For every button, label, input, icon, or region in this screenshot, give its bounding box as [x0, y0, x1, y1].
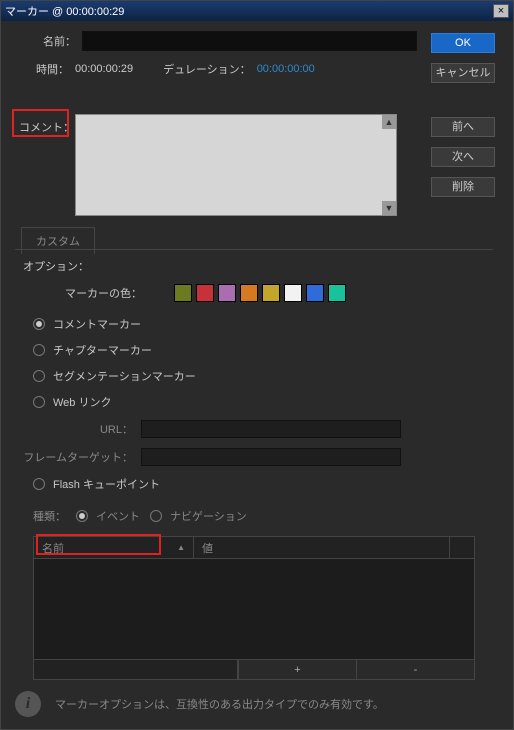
- remove-row-button[interactable]: -: [356, 660, 474, 679]
- radio-label: ナビゲーション: [170, 508, 247, 524]
- window-title: マーカー @ 00:00:00:29: [5, 3, 124, 19]
- marker-dialog: マーカー @ 00:00:00:29 × OK キャンセル 前へ 次へ 削除 名…: [0, 0, 514, 730]
- chevron-down-icon[interactable]: ▼: [382, 201, 396, 215]
- url-input[interactable]: [141, 420, 401, 438]
- color-swatch-red[interactable]: [196, 284, 214, 302]
- name-input[interactable]: [82, 31, 417, 51]
- radio-kind-event[interactable]: イベント: [76, 508, 140, 524]
- color-swatch-white[interactable]: [284, 284, 302, 302]
- radio-flash-cue[interactable]: Flash キューポイント: [33, 476, 493, 492]
- annotation-highlight-radio: [36, 534, 161, 555]
- radio-label: セグメンテーションマーカー: [53, 368, 196, 384]
- options-panel: オプション： マーカーの色： コメントマーカー: [15, 249, 493, 680]
- kind-label: 種類：: [33, 508, 66, 524]
- col-value[interactable]: 値: [194, 537, 450, 558]
- radio-kind-navigation[interactable]: ナビゲーション: [150, 508, 247, 524]
- params-table: 名前 ▲ 値 + -: [33, 536, 475, 680]
- radio-label: イベント: [96, 508, 140, 524]
- radio-label: Flash キューポイント: [53, 476, 160, 492]
- radio-chapter-marker[interactable]: チャプターマーカー: [33, 342, 493, 358]
- prev-button[interactable]: 前へ: [431, 117, 495, 137]
- radio-label: チャプターマーカー: [53, 342, 152, 358]
- marker-type-list: コメントマーカー チャプターマーカー セグメンテーションマーカー Web リンク: [33, 316, 493, 410]
- h-scrollbar[interactable]: [34, 660, 238, 679]
- next-button[interactable]: 次へ: [431, 147, 495, 167]
- color-swatch-yellow[interactable]: [262, 284, 280, 302]
- radio-web-link[interactable]: Web リンク: [33, 394, 493, 410]
- dialog-content: OK キャンセル 前へ 次へ 削除 名前： 時間： 00:00:00:29 デュ…: [1, 21, 513, 729]
- time-label: 時間：: [36, 61, 69, 77]
- col-value-label: 値: [202, 540, 213, 556]
- table-body: [34, 559, 474, 659]
- comment-textarea[interactable]: [75, 114, 397, 216]
- frame-target-label: フレームターゲット：: [15, 449, 133, 465]
- radio-icon: [33, 396, 45, 408]
- titlebar: マーカー @ 00:00:00:29 ×: [1, 1, 513, 21]
- chevron-up-icon[interactable]: ▲: [382, 115, 396, 129]
- radio-segmentation-marker[interactable]: セグメンテーションマーカー: [33, 368, 493, 384]
- close-icon[interactable]: ×: [493, 4, 509, 18]
- delete-button[interactable]: 削除: [431, 177, 495, 197]
- name-label: 名前：: [21, 33, 76, 49]
- frame-target-input[interactable]: [141, 448, 401, 466]
- kind-row: 種類： イベント ナビゲーション: [33, 508, 493, 524]
- radio-label: コメントマーカー: [53, 316, 141, 332]
- add-row-button[interactable]: +: [238, 660, 356, 679]
- info-icon: i: [15, 691, 41, 717]
- marker-color-row: マーカーの色：: [65, 284, 493, 302]
- color-swatch-olive[interactable]: [174, 284, 192, 302]
- radio-icon: [33, 318, 45, 330]
- right-button-column: OK キャンセル 前へ 次へ 削除: [431, 33, 495, 197]
- col-spacer: [450, 537, 474, 558]
- footer: i マーカーオプションは、互換性のある出力タイプでのみ有効です。: [15, 691, 384, 717]
- time-value: 00:00:00:29: [75, 63, 133, 75]
- comment-label: コメント：: [19, 119, 74, 135]
- radio-icon: [33, 370, 45, 382]
- duration-value[interactable]: 00:00:00:00: [257, 63, 315, 75]
- table-footer: + -: [34, 659, 474, 679]
- color-swatch-blue[interactable]: [306, 284, 324, 302]
- radio-label: Web リンク: [53, 394, 111, 410]
- color-swatch-orange[interactable]: [240, 284, 258, 302]
- duration-label: デュレーション：: [163, 61, 251, 77]
- footer-note: マーカーオプションは、互換性のある出力タイプでのみ有効です。: [55, 696, 384, 712]
- radio-icon: [33, 344, 45, 356]
- radio-comment-marker[interactable]: コメントマーカー: [33, 316, 493, 332]
- cancel-button[interactable]: キャンセル: [431, 63, 495, 83]
- ok-button[interactable]: OK: [431, 33, 495, 53]
- url-label: URL：: [15, 421, 133, 437]
- color-swatch-purple[interactable]: [218, 284, 236, 302]
- radio-icon: [76, 510, 88, 522]
- color-swatch-teal[interactable]: [328, 284, 346, 302]
- marker-color-label: マーカーの色：: [65, 285, 142, 301]
- sort-arrow-icon: ▲: [177, 543, 185, 552]
- options-header: オプション：: [23, 258, 493, 274]
- radio-icon: [33, 478, 45, 490]
- radio-icon: [150, 510, 162, 522]
